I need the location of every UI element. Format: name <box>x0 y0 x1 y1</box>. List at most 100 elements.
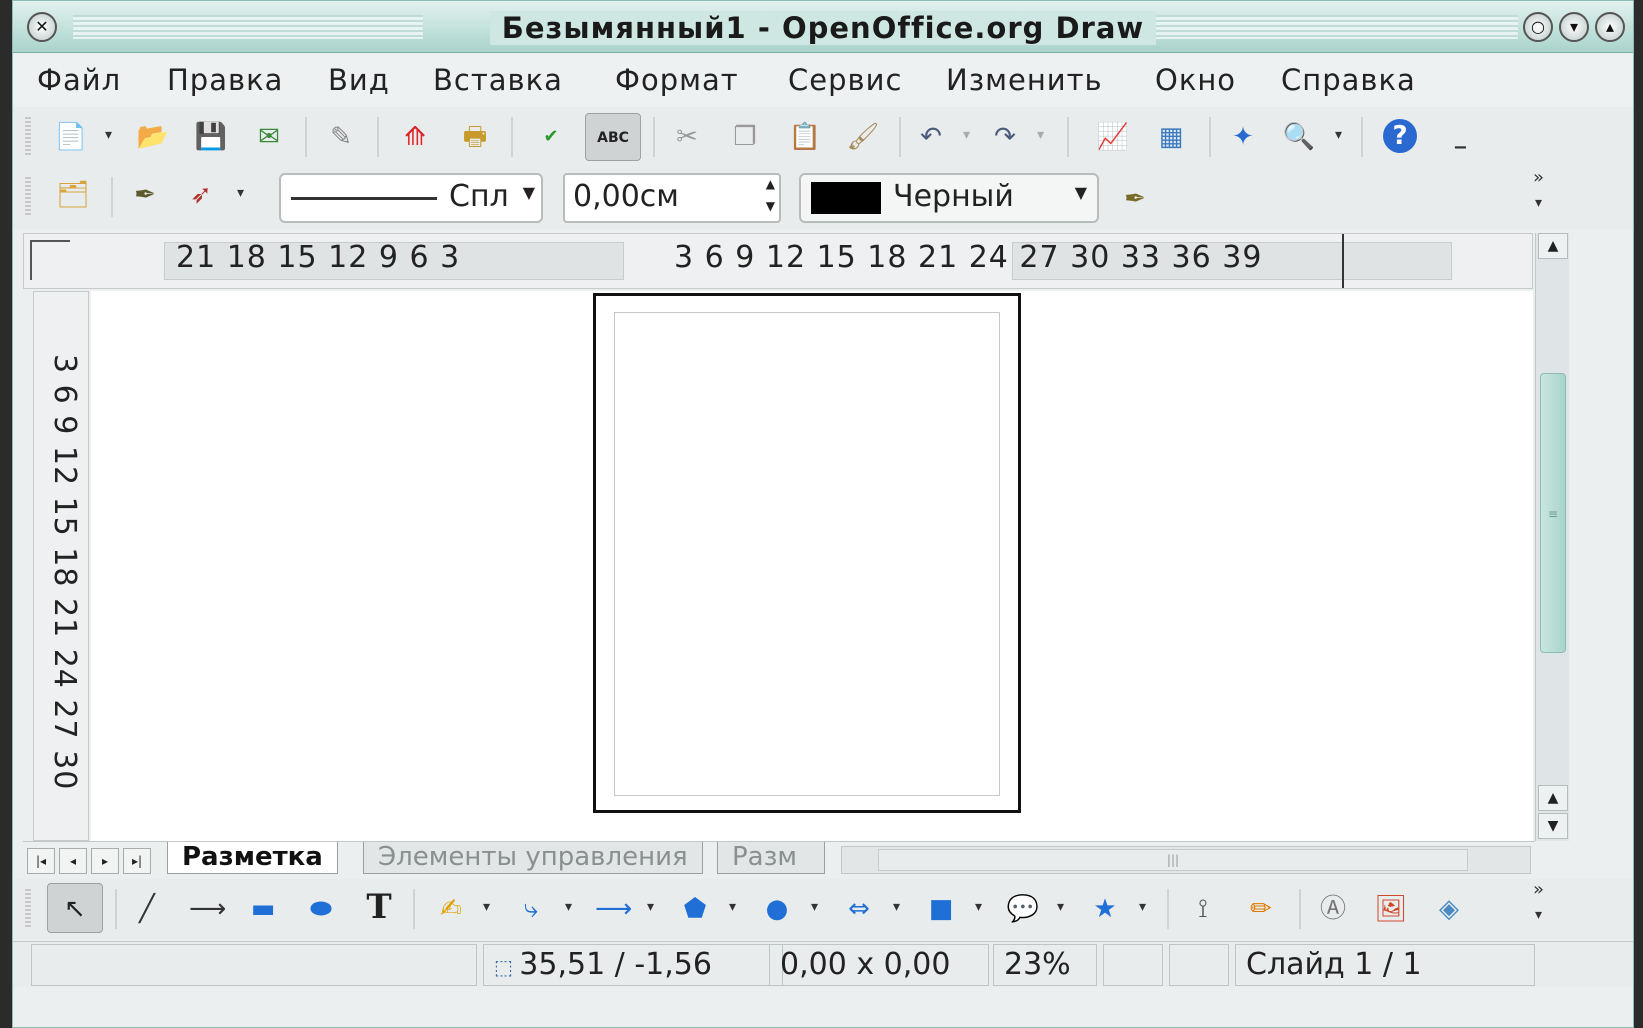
stars-icon[interactable]: ★ <box>1087 891 1123 927</box>
points-icon[interactable]: ⟟ <box>1185 891 1221 927</box>
spellcheck-icon[interactable]: ✔ <box>533 119 569 155</box>
curve-dropdown-icon[interactable]: ▾ <box>483 899 490 915</box>
line-style-select[interactable]: Спл ▼ <box>279 173 543 223</box>
vertical-ruler[interactable]: 3 6 9 12 15 18 21 24 27 30 <box>33 291 89 841</box>
styles-icon[interactable]: 🗂 <box>55 177 91 213</box>
spin-down-icon[interactable]: ▼ <box>766 199 775 213</box>
minimize-window-button[interactable]: ▾ <box>1559 12 1589 42</box>
toolbar-overflow-icon[interactable]: » <box>1533 879 1544 900</box>
basic-shapes-dropdown-icon[interactable]: ▾ <box>729 899 736 915</box>
tab-controls[interactable]: Элементы управления <box>363 842 703 874</box>
flowchart-dropdown-icon[interactable]: ▾ <box>975 899 982 915</box>
rectangle-tool-icon[interactable]: ▬ <box>245 891 281 927</box>
menu-format[interactable]: Формат <box>615 63 739 97</box>
drawing-canvas[interactable] <box>91 291 1533 841</box>
ellipse-tool-icon[interactable]: ⬬ <box>303 891 339 927</box>
menu-view[interactable]: Вид <box>328 63 390 97</box>
navigator-icon[interactable]: ✦ <box>1225 119 1261 155</box>
extrusion-icon[interactable]: ◈ <box>1431 891 1467 927</box>
toolbar-grip[interactable] <box>25 889 31 929</box>
undo-dropdown-icon[interactable]: ▾ <box>963 127 970 143</box>
redo-dropdown-icon[interactable]: ▾ <box>1037 127 1044 143</box>
zoom-icon[interactable]: 🔍 <box>1281 119 1317 155</box>
line-color-select[interactable]: Черный ▼ <box>799 173 1099 223</box>
arrow-style-icon[interactable]: ➶ <box>183 177 219 213</box>
horizontal-scroll-thumb[interactable]: ||| <box>878 849 1468 871</box>
line-width-stepper[interactable]: 0,00см ▲ ▼ <box>563 173 781 223</box>
menu-edit[interactable]: Правка <box>167 63 283 97</box>
vertical-scroll-thumb[interactable]: ≡ <box>1540 373 1566 653</box>
menu-insert[interactable]: Вставка <box>433 63 563 97</box>
toolbar-overflow-icon[interactable]: ▁ <box>1455 133 1466 149</box>
undo-icon[interactable]: ↶ <box>913 119 949 155</box>
area-fill-icon[interactable]: ✒ <box>1117 181 1153 217</box>
line-icon[interactable]: ✒ <box>127 177 163 213</box>
menu-modify[interactable]: Изменить <box>946 63 1103 97</box>
redo-icon[interactable]: ↷ <box>987 119 1023 155</box>
tab-layout[interactable]: Разметка <box>167 842 338 874</box>
line-arrow-tool-icon[interactable]: ⟶ <box>189 891 226 927</box>
menu-window[interactable]: Окно <box>1155 63 1236 97</box>
first-tab-icon[interactable]: |◂ <box>27 848 55 874</box>
select-pointer-icon[interactable]: ↖ <box>47 883 103 933</box>
shade-window-button[interactable]: ○ <box>1523 12 1553 42</box>
horizontal-ruler[interactable]: 21 18 15 12 9 6 3 3 6 9 12 15 18 21 24 2… <box>23 233 1533 289</box>
symbol-shapes-dropdown-icon[interactable]: ▾ <box>811 899 818 915</box>
toolbar-options-icon[interactable]: ▾ <box>1535 907 1542 923</box>
from-file-icon[interactable]: 🖼 <box>1373 891 1409 927</box>
paste-icon[interactable]: 📋 <box>787 119 823 155</box>
tab-dimensions[interactable]: Разм <box>717 842 825 874</box>
cut-icon[interactable]: ✂ <box>669 119 705 155</box>
print-icon[interactable]: 🖶 <box>457 119 493 155</box>
zoom-dropdown-icon[interactable]: ▾ <box>1335 127 1342 143</box>
curve-tool-icon[interactable]: ✍ <box>433 891 469 927</box>
lines-arrows-dropdown-icon[interactable]: ▾ <box>647 899 654 915</box>
export-pdf-icon[interactable]: ⟰ <box>397 119 433 155</box>
scroll-up-icon[interactable]: ▲ <box>1538 233 1568 259</box>
arrow-style-dropdown-icon[interactable]: ▾ <box>237 185 244 201</box>
block-arrows-icon[interactable]: ⇔ <box>841 891 877 927</box>
chart-icon[interactable]: 📈 <box>1095 119 1131 155</box>
edit-file-icon[interactable]: ✎ <box>323 119 359 155</box>
glue-points-icon[interactable]: ✏ <box>1243 891 1279 927</box>
help-icon[interactable]: ? <box>1383 119 1417 153</box>
open-folder-icon[interactable]: 📂 <box>135 119 171 155</box>
menu-tools[interactable]: Сервис <box>788 63 902 97</box>
block-arrows-dropdown-icon[interactable]: ▾ <box>893 899 900 915</box>
toolbar-overflow-icon[interactable]: » <box>1533 167 1544 188</box>
connector-tool-icon[interactable]: ⤷ <box>513 891 549 927</box>
menu-file[interactable]: Файл <box>37 63 121 97</box>
callouts-dropdown-icon[interactable]: ▾ <box>1057 899 1064 915</box>
toolbar-options-icon[interactable]: ▾ <box>1535 195 1542 211</box>
fontwork-icon[interactable]: Ⓐ <box>1315 891 1351 927</box>
connector-dropdown-icon[interactable]: ▾ <box>565 899 572 915</box>
prev-tab-icon[interactable]: ◂ <box>59 848 87 874</box>
vertical-scrollbar[interactable]: ▲ ≡ ▲ ▼ <box>1535 233 1569 841</box>
copy-icon[interactable]: ❐ <box>727 119 763 155</box>
toolbar-grip[interactable] <box>25 117 31 157</box>
flowchart-icon[interactable]: ■ <box>923 891 959 927</box>
new-dropdown-icon[interactable]: ▾ <box>105 127 112 143</box>
email-document-icon[interactable]: ✉ <box>251 119 287 155</box>
last-tab-icon[interactable]: ▸| <box>123 848 151 874</box>
callouts-icon[interactable]: 💬 <box>1005 891 1041 927</box>
basic-shapes-icon[interactable]: ⬟ <box>677 891 713 927</box>
page[interactable] <box>593 293 1021 813</box>
toolbar-grip[interactable] <box>25 177 31 217</box>
line-tool-icon[interactable]: ╱ <box>129 891 165 927</box>
horizontal-scrollbar[interactable]: ||| <box>841 846 1531 874</box>
tab-stop-icon[interactable] <box>30 240 70 280</box>
stars-dropdown-icon[interactable]: ▾ <box>1139 899 1146 915</box>
maximize-window-button[interactable]: ▴ <box>1595 12 1625 42</box>
lines-arrows-tool-icon[interactable]: ⟶ <box>595 891 632 927</box>
spin-up-icon[interactable]: ▲ <box>766 177 775 191</box>
text-tool-icon[interactable]: T <box>361 889 397 925</box>
table-icon[interactable]: ▦ <box>1153 119 1189 155</box>
symbol-shapes-icon[interactable]: ● <box>759 891 795 927</box>
scroll-down-icon[interactable]: ▼ <box>1538 813 1568 839</box>
status-zoom[interactable]: 23% <box>993 944 1097 986</box>
auto-spellcheck-icon[interactable]: ABC <box>585 113 641 161</box>
next-tab-icon[interactable]: ▸ <box>91 848 119 874</box>
new-document-icon[interactable]: 📄 <box>53 119 89 155</box>
save-icon[interactable]: 💾 <box>193 119 229 155</box>
